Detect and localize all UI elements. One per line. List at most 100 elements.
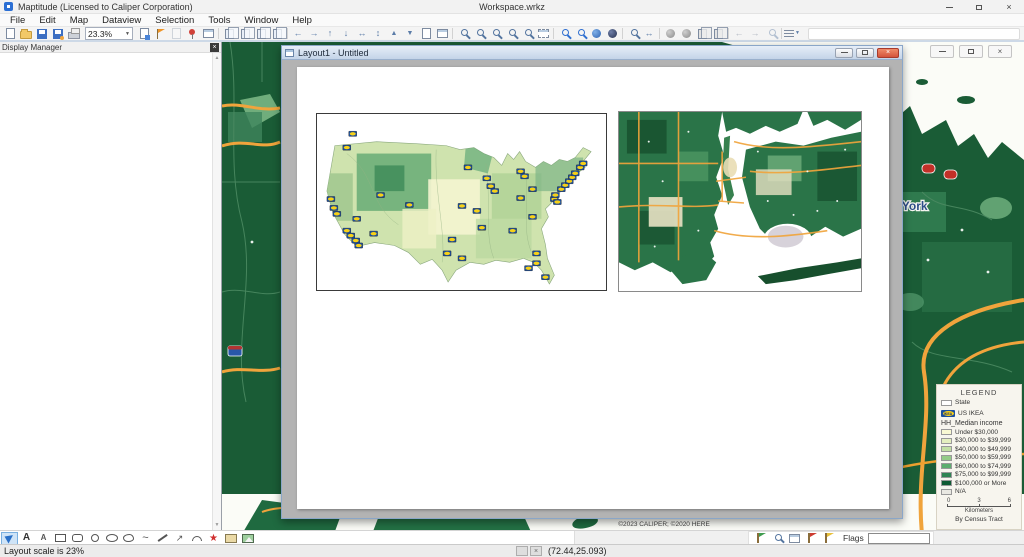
bring-to-front-icon[interactable]: ▲ bbox=[386, 27, 402, 41]
send-to-back-icon[interactable]: ▼ bbox=[402, 27, 418, 41]
align-top-icon[interactable]: ↑ bbox=[322, 27, 338, 41]
save-icon[interactable] bbox=[34, 27, 50, 41]
map-wizard-icon[interactable] bbox=[136, 27, 152, 41]
select-region-icon[interactable] bbox=[662, 27, 678, 41]
page-landscape-icon[interactable] bbox=[434, 27, 450, 41]
zoom-marquee-icon[interactable] bbox=[535, 27, 551, 41]
rectangle-tool-icon[interactable] bbox=[52, 532, 69, 545]
maximize-icon[interactable] bbox=[964, 0, 994, 14]
menu-tools[interactable]: Tools bbox=[201, 15, 237, 26]
drop-pin-icon[interactable] bbox=[184, 27, 200, 41]
lock-icon[interactable] bbox=[694, 27, 710, 41]
unlock-icon[interactable] bbox=[710, 27, 726, 41]
delete-flag-icon[interactable] bbox=[803, 532, 820, 545]
distribute-horizontal-icon[interactable]: ↔ bbox=[354, 27, 370, 41]
align-left-icon[interactable]: ← bbox=[290, 27, 306, 41]
zoom-tool-3-icon[interactable] bbox=[487, 27, 503, 41]
clear-status-icon[interactable]: × bbox=[530, 546, 542, 556]
open-folder-icon[interactable] bbox=[18, 27, 34, 41]
us-map-frame[interactable] bbox=[316, 113, 607, 291]
refresh-icon[interactable] bbox=[763, 27, 779, 41]
menu-help[interactable]: Help bbox=[285, 15, 319, 26]
menu-file[interactable]: File bbox=[3, 15, 32, 26]
class-swatch bbox=[941, 446, 952, 452]
nyc-map-frame[interactable] bbox=[618, 111, 862, 292]
scroll-down-icon[interactable]: ▼ bbox=[215, 520, 220, 530]
zoom-tool-4-icon[interactable] bbox=[503, 27, 519, 41]
route-shield bbox=[944, 170, 957, 179]
print-icon[interactable] bbox=[66, 27, 82, 41]
flags-input[interactable] bbox=[868, 533, 930, 544]
copy-icon[interactable] bbox=[221, 27, 237, 41]
goto-flag-icon[interactable] bbox=[786, 532, 803, 545]
previous-extent-icon[interactable] bbox=[604, 27, 620, 41]
pointer-info-icon[interactable] bbox=[625, 27, 641, 41]
select-radius-icon[interactable] bbox=[678, 27, 694, 41]
ikea-layer-label: US IKEA bbox=[958, 410, 984, 417]
map-restore-icon[interactable] bbox=[959, 45, 983, 58]
layout-title-bar[interactable]: Layout1 - Untitled × bbox=[282, 46, 902, 60]
menu-edit[interactable]: Edit bbox=[32, 15, 62, 26]
align-bottom-icon[interactable]: ↓ bbox=[338, 27, 354, 41]
freeform-tool-icon[interactable] bbox=[120, 532, 137, 545]
scale-tool-icon[interactable]: ↔ bbox=[641, 27, 657, 41]
align-right-icon[interactable]: → bbox=[306, 27, 322, 41]
layout-paper[interactable] bbox=[297, 67, 889, 509]
page-portrait-icon[interactable] bbox=[418, 27, 434, 41]
layers-icon[interactable] bbox=[269, 27, 285, 41]
ellipse-tool-icon[interactable] bbox=[103, 532, 120, 545]
layout-minimize-icon[interactable] bbox=[835, 48, 853, 58]
undo-icon[interactable]: ← bbox=[731, 27, 747, 41]
duplicate-icon[interactable] bbox=[237, 27, 253, 41]
north-arrow-tool-icon[interactable]: ★ bbox=[205, 532, 222, 545]
zoom-tool-1-icon[interactable] bbox=[455, 27, 471, 41]
layout-restore-icon[interactable] bbox=[856, 48, 874, 58]
menu-dataview[interactable]: Dataview bbox=[95, 15, 148, 26]
add-flag-icon[interactable] bbox=[752, 532, 769, 545]
save-workspace-icon[interactable] bbox=[50, 27, 66, 41]
new-dataview-icon[interactable] bbox=[200, 27, 216, 41]
map-minimize-icon[interactable] bbox=[930, 45, 954, 58]
text-tool-icon[interactable]: A bbox=[18, 532, 35, 545]
text-small-tool-icon[interactable]: A bbox=[35, 532, 52, 545]
minimize-icon[interactable] bbox=[934, 0, 964, 14]
pan-icon[interactable] bbox=[588, 27, 604, 41]
new-document-icon[interactable] bbox=[2, 27, 18, 41]
line-tool-icon[interactable] bbox=[154, 532, 171, 545]
measure-menu-icon[interactable]: ▼ bbox=[784, 27, 800, 41]
class-swatch bbox=[941, 438, 952, 444]
menu-window[interactable]: Window bbox=[238, 15, 286, 26]
close-icon[interactable]: × bbox=[994, 0, 1024, 14]
arrow-tool-icon[interactable]: ↗ bbox=[171, 532, 188, 545]
panel-scrollbar[interactable]: ▲ ▼ bbox=[212, 53, 221, 530]
legend-frame-tool-icon[interactable] bbox=[222, 532, 239, 545]
insert-image-tool-icon[interactable] bbox=[239, 532, 256, 545]
pointer-tool-icon[interactable] bbox=[1, 532, 18, 545]
clear-flags-icon[interactable] bbox=[820, 532, 837, 545]
curve-tool-icon[interactable] bbox=[188, 532, 205, 545]
grid-toggle-icon[interactable] bbox=[516, 546, 528, 556]
document-name: Workspace.wrkz bbox=[0, 2, 1024, 12]
disabled-tool-icon bbox=[168, 27, 184, 41]
scroll-up-icon[interactable]: ▲ bbox=[215, 53, 220, 63]
menu-map[interactable]: Map bbox=[63, 15, 95, 26]
menu-selection[interactable]: Selection bbox=[148, 15, 201, 26]
find-flag-icon[interactable] bbox=[769, 532, 786, 545]
class-label: $40,000 to $49,999 bbox=[955, 446, 1011, 453]
distribute-vertical-icon[interactable]: ↕ bbox=[370, 27, 386, 41]
panel-close-icon[interactable]: × bbox=[210, 43, 219, 52]
bookmark-flag-icon[interactable] bbox=[152, 27, 168, 41]
status-coordinates: (72.44,25.093) bbox=[548, 546, 607, 556]
map-close-icon[interactable]: × bbox=[988, 45, 1012, 58]
rounded-rectangle-tool-icon[interactable] bbox=[69, 532, 86, 545]
paste-icon[interactable] bbox=[253, 27, 269, 41]
zoom-tool-2-icon[interactable] bbox=[471, 27, 487, 41]
zoom-in-icon[interactable] bbox=[556, 27, 572, 41]
circle-tool-icon[interactable] bbox=[86, 532, 103, 545]
layout-close-icon[interactable]: × bbox=[877, 48, 899, 58]
squiggle-tool-icon[interactable]: ~ bbox=[137, 532, 154, 545]
zoom-out-icon[interactable] bbox=[572, 27, 588, 41]
layout-zoom-select[interactable]: 23.3% ▼ bbox=[85, 27, 133, 40]
zoom-tool-5-icon[interactable] bbox=[519, 27, 535, 41]
redo-icon[interactable]: → bbox=[747, 27, 763, 41]
